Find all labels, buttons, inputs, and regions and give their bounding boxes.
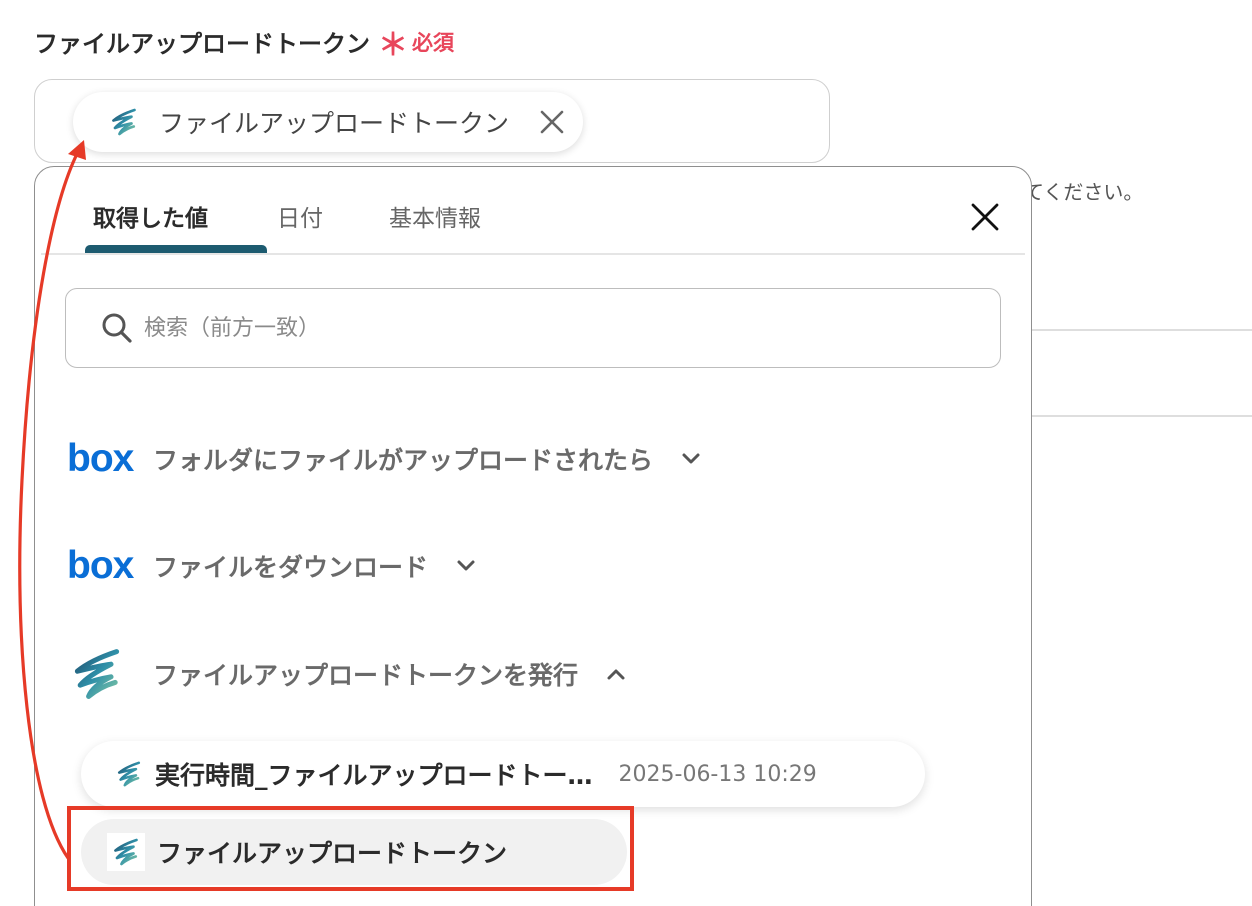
- box-logo-icon: box: [67, 437, 134, 480]
- close-icon[interactable]: [969, 201, 1001, 233]
- result-value: 2025-06-13 10:29: [618, 761, 817, 787]
- divider: [1030, 329, 1252, 331]
- group-label: ファイルアップロードトークンを発行: [153, 661, 579, 690]
- chevron-down-icon: [457, 560, 475, 571]
- yoom-logo-icon: [115, 760, 143, 788]
- close-icon[interactable]: [539, 109, 565, 135]
- required-text: 必須: [412, 30, 454, 55]
- tab-date[interactable]: 日付: [277, 199, 323, 233]
- group-label: ファイルをダウンロード: [153, 553, 429, 582]
- result-item-execution-time[interactable]: 実行時間_ファイルアップロードトー… 2025-06-13 10:29: [81, 741, 925, 807]
- tabs-divider: [41, 253, 1025, 255]
- field-label: ファイルアップロードトークン ＊ 必須: [34, 24, 454, 63]
- group-issue-upload-token[interactable]: ファイルアップロードトークンを発行: [67, 644, 628, 704]
- result-label: ファイルアップロードトークン: [157, 839, 508, 868]
- selected-token-chip[interactable]: ファイルアップロードトークン: [73, 92, 583, 152]
- page: ファイルアップロードトークン ＊ 必須 ファイルアップロードトークン てください…: [0, 0, 1252, 906]
- box-logo-icon: box: [67, 544, 134, 587]
- tab-basic-info[interactable]: 基本情報: [389, 199, 481, 233]
- result-label: 実行時間_ファイルアップロードトー…: [155, 761, 593, 790]
- help-text: てください。: [1024, 180, 1144, 204]
- field-label-text: ファイルアップロードトークン: [34, 30, 370, 58]
- chevron-up-icon: [607, 669, 625, 680]
- chevron-down-icon: [682, 453, 700, 464]
- active-tab-indicator: [85, 245, 267, 253]
- yoom-logo-icon: [67, 646, 127, 702]
- required-star: ＊: [378, 27, 408, 63]
- group-label: フォルダにファイルがアップロードされたら: [153, 446, 654, 475]
- search-icon: [102, 313, 132, 343]
- yoom-logo-icon: [109, 107, 139, 137]
- token-input-field[interactable]: ファイルアップロードトークン: [34, 79, 830, 163]
- result-item-upload-token[interactable]: ファイルアップロードトークン: [81, 819, 627, 885]
- value-picker-popup: 取得した値 日付 基本情報 box フォルダにファイルがアップロードされたら b…: [34, 166, 1032, 906]
- tab-bar: 取得した値 日付 基本情報: [59, 167, 1025, 255]
- divider: [1030, 415, 1252, 417]
- yoom-logo-icon: [107, 833, 145, 871]
- group-box-folder-upload[interactable]: box フォルダにファイルがアップロードされたら: [67, 429, 703, 489]
- tab-obtained-values[interactable]: 取得した値: [93, 199, 208, 233]
- group-box-download-file[interactable]: box ファイルをダウンロード: [67, 536, 478, 596]
- search-input[interactable]: [142, 314, 946, 342]
- chip-label: ファイルアップロードトークン: [159, 109, 510, 138]
- search-field[interactable]: [65, 288, 1001, 368]
